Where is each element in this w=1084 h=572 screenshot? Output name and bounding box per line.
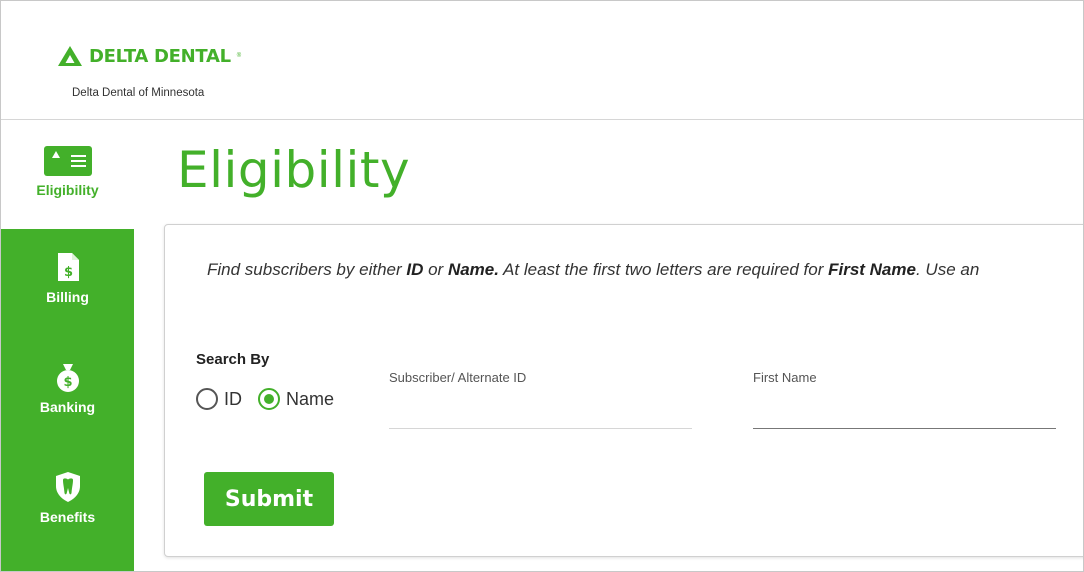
search-by-radio-group: ID Name [196, 388, 344, 410]
instruction-text: At least the first two letters are requi… [498, 260, 829, 279]
registered-mark-icon: ® [236, 53, 242, 59]
sidebar-item-label: Eligibility [36, 182, 99, 198]
search-by-label: Search By [196, 351, 270, 368]
sidebar-item-label: Billing [46, 289, 89, 305]
sidebar: Eligibility $ Billing $ Banking Benefits [1, 121, 134, 571]
radio-id-label[interactable]: ID [224, 389, 242, 410]
sidebar-item-eligibility[interactable]: Eligibility [1, 121, 134, 229]
first-name-input[interactable] [753, 399, 1056, 429]
search-instructions: Find subscribers by either ID or Name. A… [207, 260, 1083, 280]
radio-name-label[interactable]: Name [286, 389, 334, 410]
instruction-text: . Use an [915, 260, 980, 279]
instruction-text: or [423, 260, 448, 279]
app-frame: DELTA DENTAL ® Delta Dental of Minnesota… [0, 0, 1084, 572]
sidebar-item-banking[interactable]: $ Banking [1, 361, 134, 415]
header: DELTA DENTAL ® Delta Dental of Minnesota [1, 1, 1083, 120]
svg-text:$: $ [63, 375, 72, 390]
radio-name[interactable] [258, 388, 280, 410]
radio-id[interactable] [196, 388, 218, 410]
delta-dental-logo: DELTA DENTAL ® [57, 45, 241, 67]
search-card: Find subscribers by either ID or Name. A… [164, 224, 1083, 557]
submit-button[interactable]: Submit [204, 472, 334, 526]
sidebar-item-label: Benefits [39, 509, 96, 525]
svg-text:$: $ [63, 265, 72, 280]
billing-document-icon: $ [57, 253, 79, 281]
delta-logo-icon [58, 46, 82, 66]
sidebar-item-label: Banking [39, 399, 96, 415]
first-name-label: First Name [753, 370, 817, 385]
tooth-shield-icon [55, 472, 80, 502]
organization-name: Delta Dental of Minnesota [72, 87, 205, 99]
subscriber-id-input[interactable] [389, 399, 692, 429]
instruction-emphasis: Name. [447, 260, 499, 279]
instruction-emphasis: First Name [828, 260, 916, 279]
sidebar-item-benefits[interactable]: Benefits [1, 471, 134, 525]
instruction-text: Find subscribers by either [207, 260, 407, 279]
money-bag-icon: $ [56, 364, 79, 392]
first-name-field-group: First Name [753, 369, 1056, 429]
eligibility-card-icon [43, 146, 92, 176]
instruction-emphasis: ID [406, 260, 424, 279]
page-title: Eligibility [177, 141, 411, 199]
sidebar-item-billing[interactable]: $ Billing [1, 251, 134, 305]
brand-name: DELTA DENTAL [89, 45, 231, 67]
subscriber-id-field-group: Subscriber/ Alternate ID [389, 369, 692, 429]
subscriber-id-label: Subscriber/ Alternate ID [389, 370, 527, 385]
